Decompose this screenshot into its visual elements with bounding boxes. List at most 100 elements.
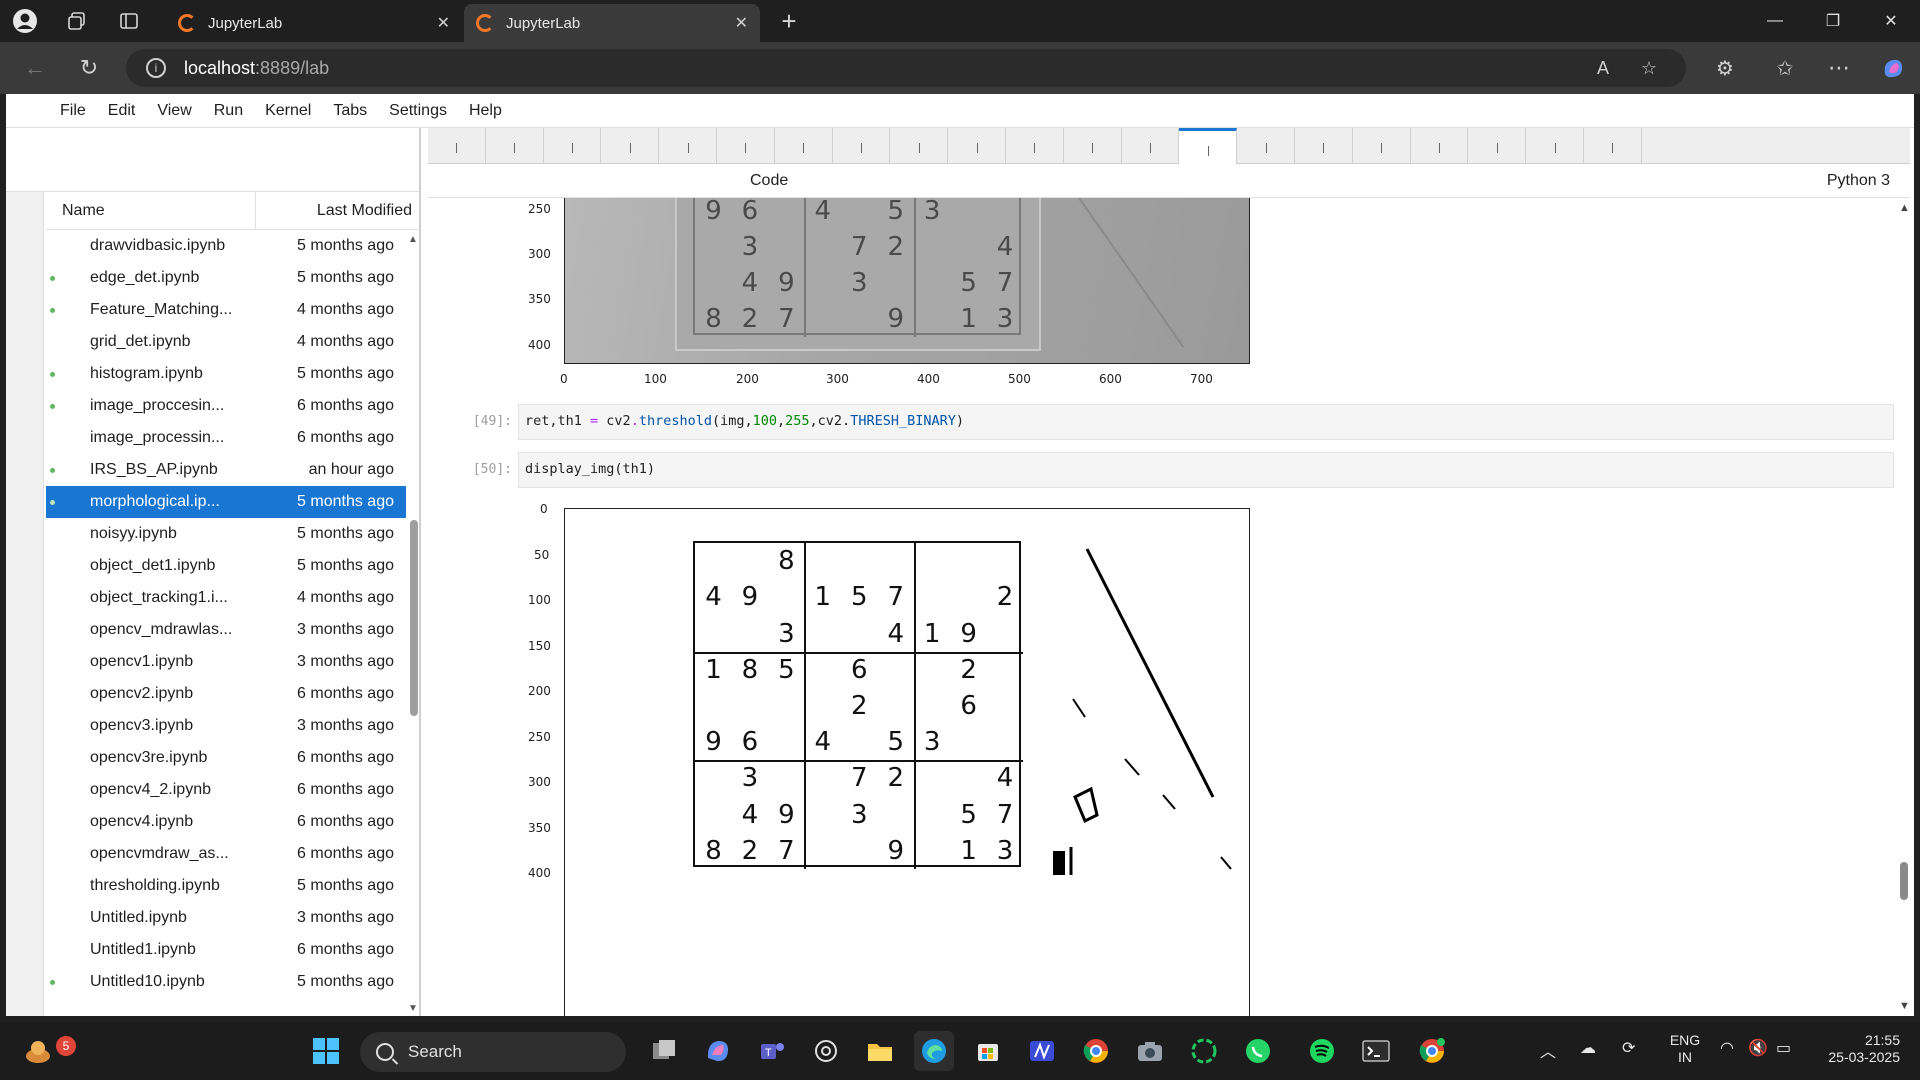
browser-tab-1[interactable]: JupyterLab ✕ [166, 4, 462, 42]
close-tab-icon[interactable]: ✕ [437, 13, 450, 33]
clock[interactable]: 21:55 25-03-2025 [1808, 1032, 1900, 1066]
start-icon[interactable] [306, 1031, 346, 1071]
cell-type-select[interactable]: Code [750, 172, 788, 190]
wifi-icon[interactable]: ◠ [1720, 1038, 1734, 1058]
profile-icon[interactable] [10, 6, 40, 36]
file-row[interactable]: Untitled10.ipynb 5 months ago [46, 966, 406, 998]
notebook-tab[interactable] [1295, 128, 1353, 163]
loader-app-icon[interactable] [1184, 1031, 1224, 1071]
file-row[interactable]: image_processin... 6 months ago [46, 422, 406, 454]
menu-help[interactable]: Help [469, 102, 502, 120]
more-menu-icon[interactable]: ⋯ [1822, 52, 1856, 84]
close-window-icon[interactable]: ✕ [1862, 0, 1920, 42]
scrollbar-thumb[interactable] [1900, 862, 1908, 900]
chrome-icon[interactable] [1076, 1031, 1116, 1071]
file-row[interactable]: IRS_BS_AP.ipynb an hour ago [46, 454, 406, 486]
scroll-down-icon[interactable]: ▼ [1899, 1000, 1910, 1012]
file-row[interactable]: Feature_Matching... 4 months ago [46, 294, 406, 326]
notebook-scrollbar[interactable]: ▲ ▼ [1896, 198, 1912, 1016]
task-view-icon[interactable] [644, 1031, 684, 1071]
file-row[interactable]: edge_det.ipynb 5 months ago [46, 262, 406, 294]
terminal-icon[interactable] [1356, 1031, 1396, 1071]
file-row[interactable]: morphological.ip... 5 months ago [46, 486, 406, 518]
camera-icon[interactable] [1130, 1031, 1170, 1071]
file-row[interactable]: object_tracking1.i... 4 months ago [46, 582, 406, 614]
notebook-tab[interactable] [1237, 128, 1295, 163]
favorites-icon[interactable]: ✩ [1768, 52, 1802, 84]
chatgpt-icon[interactable] [806, 1031, 846, 1071]
notebook-tab[interactable] [1179, 128, 1238, 164]
file-row[interactable]: opencv4.ipynb 6 months ago [46, 806, 406, 838]
menu-file[interactable]: File [60, 102, 86, 120]
file-row[interactable]: opencv3re.ipynb 6 months ago [46, 742, 406, 774]
notebook-tab[interactable] [890, 128, 949, 163]
menu-edit[interactable]: Edit [108, 102, 136, 120]
scroll-up-icon[interactable]: ▲ [1899, 202, 1910, 214]
widgets-icon[interactable]: 5 [18, 1031, 76, 1071]
menu-settings[interactable]: Settings [389, 102, 447, 120]
minimize-icon[interactable]: — [1746, 0, 1804, 42]
spotify-icon[interactable] [1302, 1031, 1342, 1071]
code-cell-50[interactable]: display_img(th1) [518, 452, 1894, 488]
file-list-scrollbar[interactable]: ▲ ▼ [406, 230, 420, 1016]
file-row[interactable]: histogram.ipynb 5 months ago [46, 358, 406, 390]
browser-tab-2[interactable]: JupyterLab ✕ [464, 4, 760, 42]
file-row[interactable]: thresholding.ipynb 5 months ago [46, 870, 406, 902]
notebook-tab[interactable] [1526, 128, 1584, 163]
notebook-tab[interactable] [544, 128, 602, 163]
notebook-tab[interactable] [486, 128, 544, 163]
new-tab-icon[interactable]: + [774, 6, 804, 36]
notebook-tab[interactable] [717, 128, 775, 163]
menu-run[interactable]: Run [214, 102, 243, 120]
notebook-tab[interactable] [1064, 128, 1122, 163]
url-input[interactable]: i localhost:8889/lab A ☆ [126, 49, 1686, 87]
file-row[interactable]: opencv1.ipynb 3 months ago [46, 646, 406, 678]
copilot-app-icon[interactable] [698, 1031, 738, 1071]
file-explorer-icon[interactable] [860, 1031, 900, 1071]
file-row[interactable]: Untitled1.ipynb 6 months ago [46, 934, 406, 966]
whatsapp-icon[interactable] [1238, 1031, 1278, 1071]
refresh-icon[interactable]: ↻ [72, 52, 106, 84]
file-row[interactable]: grid_det.ipynb 4 months ago [46, 326, 406, 358]
menu-kernel[interactable]: Kernel [265, 102, 311, 120]
battery-icon[interactable]: ▭ [1776, 1038, 1791, 1058]
notebook-tab[interactable] [1353, 128, 1411, 163]
extensions-icon[interactable]: ⚙ [1708, 52, 1742, 84]
onedrive-icon[interactable]: ☁ [1580, 1038, 1596, 1058]
taskbar-search-box[interactable]: Search [360, 1032, 626, 1072]
file-row[interactable]: opencv2.ipynb 6 months ago [46, 678, 406, 710]
teams-icon[interactable]: T [752, 1031, 792, 1071]
favorite-star-icon[interactable]: ☆ [1632, 49, 1666, 87]
read-aloud-icon[interactable]: A [1586, 49, 1620, 87]
notebook-tab[interactable] [1006, 128, 1064, 163]
back-icon[interactable]: ← [18, 52, 52, 84]
workspaces-icon[interactable] [62, 6, 92, 36]
file-row[interactable]: opencv3.ipynb 3 months ago [46, 710, 406, 742]
file-row[interactable]: opencv_mdrawlas... 3 months ago [46, 614, 406, 646]
scroll-down-icon[interactable]: ▼ [408, 1003, 418, 1014]
close-tab-icon[interactable]: ✕ [735, 13, 748, 33]
file-row[interactable]: object_det1.ipynb 5 months ago [46, 550, 406, 582]
scroll-up-icon[interactable]: ▲ [408, 234, 418, 245]
notebook-tab[interactable] [1122, 128, 1180, 163]
column-header-name[interactable]: Name [46, 192, 256, 229]
vertical-tabs-icon[interactable] [114, 6, 144, 36]
file-row[interactable]: Untitled.ipynb 3 months ago [46, 902, 406, 934]
notebook-tab[interactable] [948, 128, 1006, 163]
restore-icon[interactable]: ❐ [1804, 0, 1862, 42]
copilot-icon[interactable] [1876, 52, 1910, 84]
file-row[interactable]: opencvmdraw_as... 6 months ago [46, 838, 406, 870]
code-cell-49[interactable]: ret,th1 = cv2.threshold(img,100,255,cv2.… [518, 404, 1894, 440]
file-row[interactable]: image_proccesin... 6 months ago [46, 390, 406, 422]
notebook-tab[interactable] [775, 128, 833, 163]
notebook-tab[interactable] [428, 128, 486, 163]
scrollbar-thumb[interactable] [410, 520, 418, 716]
menu-tabs[interactable]: Tabs [333, 102, 367, 120]
notebook-tab[interactable] [1584, 128, 1642, 163]
edge-browser-icon[interactable] [914, 1031, 954, 1071]
file-row[interactable]: opencv4_2.ipynb 6 months ago [46, 774, 406, 806]
file-row[interactable]: noisyy.ipynb 5 months ago [46, 518, 406, 550]
column-header-last-modified[interactable]: Last Modified [256, 202, 418, 220]
notebook-tab[interactable] [659, 128, 717, 163]
notebook-tab[interactable] [1468, 128, 1527, 163]
